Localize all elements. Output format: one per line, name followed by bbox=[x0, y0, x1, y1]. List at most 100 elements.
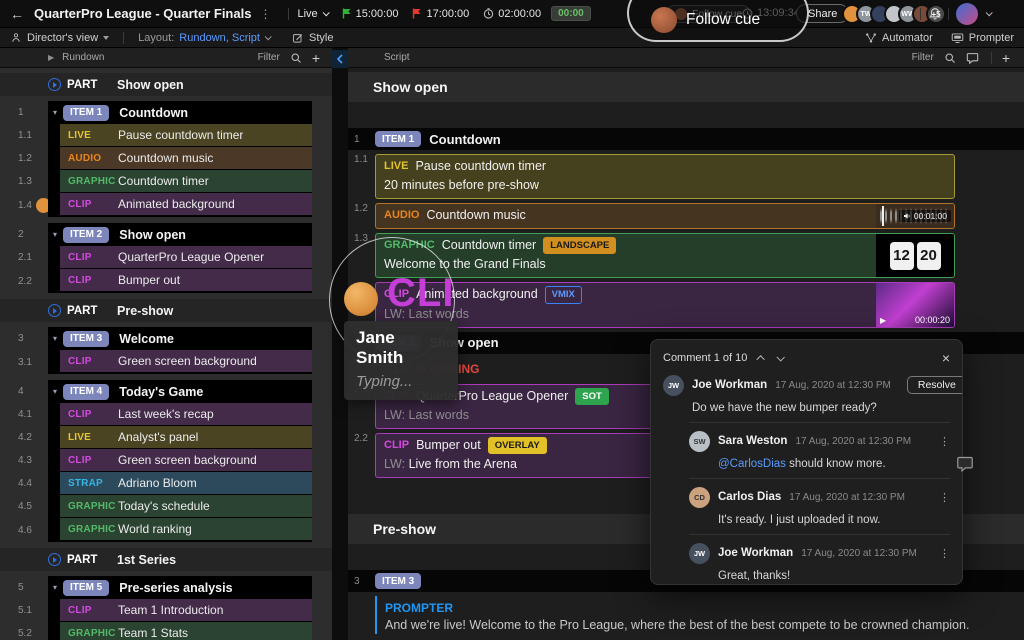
add-row-button[interactable]: + bbox=[312, 51, 320, 65]
resolve-button[interactable]: Resolve bbox=[906, 376, 962, 394]
rundown-cue-row[interactable]: 5.2 GRAPHIC Team 1 Stats bbox=[0, 622, 332, 640]
notifications-bell-icon[interactable] bbox=[928, 7, 942, 21]
rundown-item-header[interactable]: 3 ▾ ITEM 3 Welcome bbox=[0, 327, 332, 350]
rundown-cue-row[interactable]: 4.3 CLIP Green screen background bbox=[0, 449, 332, 472]
collapse-caret-icon[interactable]: ▾ bbox=[53, 387, 57, 396]
cue-body: CLIP Team 1 Introduction bbox=[60, 599, 312, 621]
flip-clock-thumbnail[interactable]: 12 20 bbox=[876, 234, 954, 278]
rundown-panel: ▶ Rundown Filter + PART Show open 1 ▾ ITEM 1… bbox=[0, 48, 332, 640]
cue-wrapper: CLIP Green screen background bbox=[48, 449, 312, 472]
collapse-caret-icon[interactable]: ▾ bbox=[53, 334, 57, 343]
cue-title: Bumper out bbox=[118, 273, 181, 287]
rundown-cue-row[interactable]: 1.3 GRAPHIC Countdown timer bbox=[0, 170, 332, 193]
automator-button[interactable]: Automator bbox=[865, 32, 933, 44]
script-cue-box[interactable]: GRAPHIC Countdown timer LANDSCAPE Welcome t… bbox=[375, 233, 955, 279]
magnified-clip-label: CLI bbox=[387, 271, 455, 315]
script-section-header[interactable]: Show open bbox=[348, 72, 1024, 102]
play-icon[interactable] bbox=[48, 78, 61, 91]
rundown-cue-row[interactable]: 1.4 CLIP Animated background bbox=[0, 193, 332, 217]
caret-down-icon bbox=[103, 35, 110, 40]
rundown-item-header[interactable]: 4 ▾ ITEM 4 Today's Game bbox=[0, 380, 332, 403]
rundown-cue-row[interactable]: 5.1 CLIP Team 1 Introduction bbox=[0, 599, 332, 622]
cue-type-label: LIVE bbox=[68, 129, 92, 141]
script-cue-box[interactable]: LIVE Pause countdown timer 20 minutes befo… bbox=[375, 154, 955, 199]
back-icon[interactable]: ← bbox=[10, 6, 24, 22]
comment-marker-icon[interactable] bbox=[956, 455, 974, 472]
chevron-left-icon bbox=[336, 54, 343, 64]
play-icon[interactable] bbox=[48, 304, 61, 317]
collapse-caret-icon[interactable]: ▾ bbox=[53, 583, 57, 592]
add-block-button[interactable]: + bbox=[1002, 51, 1010, 65]
rundown-cue-row[interactable]: 4.5 GRAPHIC Today's schedule bbox=[0, 495, 332, 518]
row-number: 4.5 bbox=[0, 495, 48, 518]
rundown-part-row[interactable]: PART 1st Series bbox=[0, 548, 332, 571]
rundown-cue-row[interactable]: 2.1 CLIP QuarterPro League Opener bbox=[0, 246, 332, 269]
next-comment-icon[interactable] bbox=[776, 353, 786, 362]
rundown-item-header[interactable]: 1 ▾ ITEM 1 Countdown bbox=[0, 101, 332, 124]
collapse-caret-icon[interactable]: ▾ bbox=[53, 108, 57, 117]
script-item-header[interactable]: 1 ITEM 1 Countdown bbox=[348, 128, 1024, 150]
panel-caret-icon[interactable]: ▶ bbox=[48, 53, 54, 62]
commenter-avatar: SW bbox=[689, 430, 710, 452]
prompter-block[interactable]: PROMPTER And we're live! Welcome to the P… bbox=[375, 596, 1024, 635]
item-badge: ITEM 5 bbox=[63, 579, 110, 596]
row-number: 1.1 bbox=[354, 154, 368, 165]
video-thumbnail[interactable]: ▶ 00:00:20 bbox=[876, 283, 954, 327]
comments-filter-icon[interactable] bbox=[966, 52, 979, 64]
mention-link[interactable]: @CarlosDias bbox=[718, 458, 786, 470]
rundown-cue-row[interactable]: 1.2 AUDIO Countdown music bbox=[0, 147, 332, 170]
audio-waveform-thumbnail[interactable]: 00:01:00 bbox=[876, 204, 954, 228]
rundown-part-row[interactable]: PART Pre-show bbox=[0, 299, 332, 322]
close-icon[interactable]: × bbox=[942, 351, 950, 365]
commenter-avatar: CD bbox=[689, 486, 710, 508]
title-menu-icon[interactable]: ⋮ bbox=[259, 7, 272, 21]
comment-body: Great, thanks! bbox=[718, 569, 950, 583]
rundown-cue-row[interactable]: 4.6 GRAPHIC World ranking bbox=[0, 518, 332, 542]
live-mode-dropdown[interactable]: Live bbox=[297, 8, 330, 20]
cue-type-label: CLIP bbox=[384, 439, 410, 452]
filter-button[interactable]: Filter bbox=[258, 52, 280, 63]
collapse-panel-button[interactable] bbox=[332, 50, 348, 68]
comment-menu-icon[interactable]: ⋮ bbox=[939, 491, 950, 504]
rundown-part-row[interactable]: PART Show open bbox=[0, 73, 332, 96]
rundown-item-header[interactable]: 5 ▾ ITEM 5 Pre-series analysis bbox=[0, 576, 332, 599]
rundown-panel-header: ▶ Rundown Filter + bbox=[0, 48, 332, 68]
rundown-cue-row[interactable]: 4.2 LIVE Analyst's panel bbox=[0, 426, 332, 449]
layout-selector[interactable]: Layout: Rundown, Script bbox=[138, 32, 272, 44]
cue-line1: AUDIO Countdown music bbox=[384, 207, 868, 224]
row-number: 4.6 bbox=[0, 518, 48, 542]
cue-title: Analyst's panel bbox=[118, 430, 199, 444]
search-icon[interactable] bbox=[944, 52, 956, 64]
rundown-cue-row[interactable]: 4.1 CLIP Last week's recap bbox=[0, 403, 332, 426]
presence-name: Jane Smith bbox=[356, 328, 404, 367]
prompter-button[interactable]: Prompter bbox=[951, 32, 1014, 44]
prev-comment-icon[interactable] bbox=[756, 355, 766, 364]
search-icon[interactable] bbox=[290, 52, 302, 64]
rundown-cue-row[interactable]: 3.1 CLIP Green screen background bbox=[0, 350, 332, 374]
script-cue-box[interactable]: CLIP Animated background VMIX LW: Last word… bbox=[375, 282, 955, 328]
comment-text: Do we have the new bumper ready? bbox=[692, 402, 877, 414]
rundown-item-header[interactable]: 2 ▾ ITEM 2 Show open bbox=[0, 223, 332, 246]
rundown-cue-row[interactable]: 1.1 LIVE Pause countdown timer bbox=[0, 124, 332, 147]
comment-menu-icon[interactable]: ⋮ bbox=[939, 435, 950, 448]
row-number: 3 bbox=[18, 333, 24, 344]
cue-type-label: STRAP bbox=[68, 477, 103, 489]
style-button[interactable]: Style bbox=[292, 32, 333, 44]
cue-wrapper: CLIP Green screen background bbox=[48, 350, 312, 374]
play-icon[interactable] bbox=[48, 553, 61, 566]
comment-menu-icon[interactable]: ⋮ bbox=[939, 547, 950, 560]
follow-cue-loupe: Follow cue bbox=[627, 0, 809, 42]
cue-wrapper: LIVE Pause countdown timer bbox=[48, 124, 312, 147]
user-menu-chevron-icon[interactable] bbox=[985, 9, 993, 17]
script-cue-box[interactable]: AUDIO Countdown music 00:01:00 bbox=[375, 203, 955, 229]
rundown-cue-row[interactable]: 2.2 CLIP Bumper out bbox=[0, 269, 332, 293]
filter-button[interactable]: Filter bbox=[912, 52, 934, 63]
rundown-cue-row[interactable]: 4.4 STRAP Adriano Bloom bbox=[0, 472, 332, 495]
collapse-caret-icon[interactable]: ▾ bbox=[53, 230, 57, 239]
comment-body: It's ready. I just uploaded it now. bbox=[718, 513, 950, 527]
user-avatar[interactable] bbox=[956, 3, 978, 25]
item-header-body: ▾ ITEM 1 Countdown bbox=[48, 101, 312, 124]
prompter-label: Prompter bbox=[968, 31, 1014, 44]
item-header-body: ▾ ITEM 2 Show open bbox=[48, 223, 312, 246]
view-selector[interactable]: Director's view bbox=[10, 32, 110, 44]
